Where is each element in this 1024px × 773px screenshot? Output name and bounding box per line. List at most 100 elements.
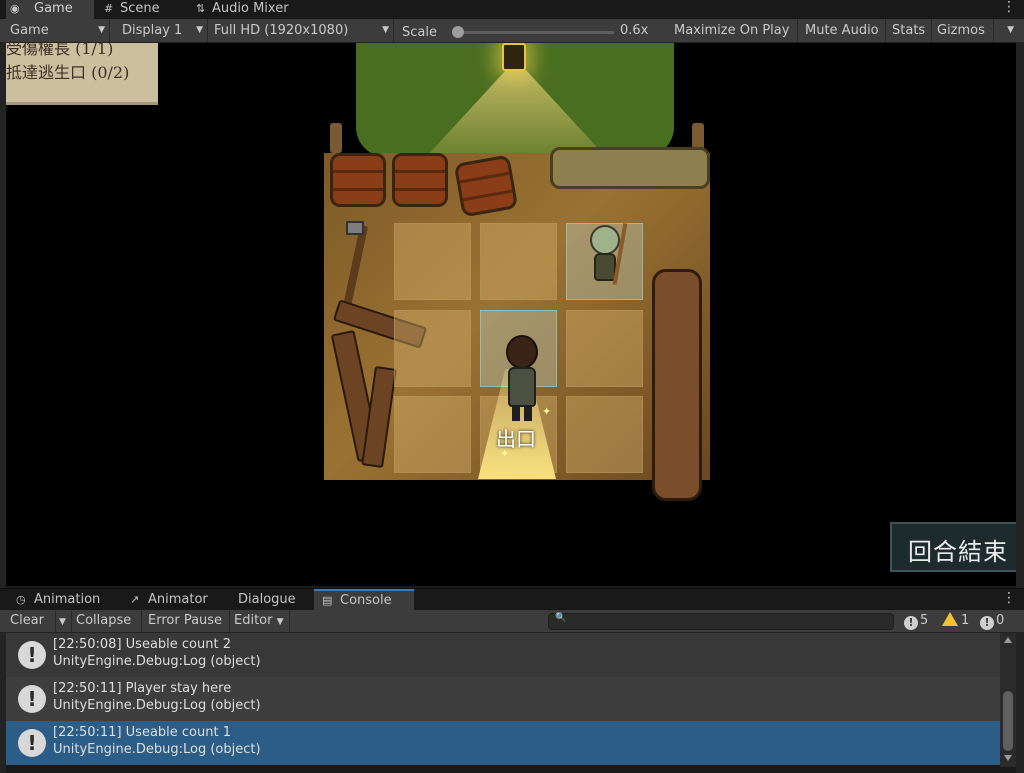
character-head [506,335,538,369]
error-count: 0 [996,613,1005,628]
tab-animator[interactable]: ↗ Animator [126,589,222,611]
tab-animation[interactable]: ◷ Animation [12,589,112,611]
sparkle-icon: ✦ [500,447,510,460]
quest-line-2: 抵達逃生口 (0/2) [6,63,130,82]
collapse-label: Collapse [76,613,132,628]
grid-tile[interactable] [394,310,471,387]
log-entry-selected[interactable]: ! [22:50:11] Useable count 1 UnityEngine… [6,721,1000,765]
tab-game[interactable]: ◉ Game [6,0,94,19]
right-panel-edge [1016,43,1024,773]
bedroll-sprite [550,147,710,189]
log-entry[interactable]: ! [22:50:08] Useable count 2 UnityEngine… [6,633,1000,677]
barrel-sprite [330,153,386,207]
grid-tile[interactable] [394,396,471,473]
error-icon: ! [980,616,994,630]
info-count-toggle[interactable]: ! 5 [904,610,928,632]
end-turn-button[interactable]: 回合結束 [890,522,1016,572]
display-value: Display 1 [122,23,183,38]
editor-tab-bar: ◉ Game # Scene ⇅ Audio Mixer ⋮ [0,0,1024,19]
error-pause-label: Error Pause [148,613,223,628]
warning-count-toggle[interactable]: 1 [942,610,969,632]
boy-character-sprite[interactable] [498,333,544,425]
scroll-thumb[interactable] [1003,691,1013,751]
tab-audio-mixer[interactable]: ⇅ Audio Mixer [192,0,302,19]
game-view-dropdown[interactable]: Game ▼ [0,19,110,42]
barrel-band [333,188,383,191]
clear-options-dropdown[interactable]: ▼ [56,610,72,632]
axe-sprite [343,225,369,303]
scroll-up-icon[interactable] [1004,637,1012,643]
maximize-on-play-toggle[interactable]: Maximize On Play [668,19,798,42]
chevron-down-icon: ▼ [382,25,389,35]
tab-scene-label: Scene [120,1,160,16]
grid-tile[interactable] [480,223,557,300]
collapse-toggle[interactable]: Collapse [72,610,142,632]
quest-line-1: 受傷權長 (1/1) [6,43,114,58]
console-menu-icon[interactable]: ⋮ [1002,591,1016,606]
resolution-dropdown[interactable]: Full HD (1920x1080) ▼ [206,19,394,42]
tab-menu-icon[interactable]: ⋮ [1002,0,1016,15]
grid-tile[interactable] [566,396,643,473]
tab-scene[interactable]: # Scene [100,0,190,19]
tab-dialogue-label: Dialogue [238,592,296,607]
girl-character-sprite[interactable] [582,223,628,289]
tab-console[interactable]: ▤ Console [314,589,414,611]
end-turn-label: 回合結束 [908,538,1008,566]
chevron-down-icon: ▼ [1007,25,1014,35]
console-scrollbar[interactable] [1000,633,1016,767]
console-log-list: ! [22:50:08] Useable count 2 UnityEngine… [6,633,1000,767]
log-pile-sprite [652,269,702,501]
log-stack-trace: UnityEngine.Debug:Log (object) [53,698,261,713]
error-count-toggle[interactable]: ! 0 [980,610,1004,632]
barrel-sprite [453,154,519,218]
tab-animator-label: Animator [148,592,208,607]
log-message: [22:50:11] Player stay here [53,681,232,696]
console-search-input[interactable]: 🔍 [548,613,894,630]
grid-tile[interactable] [566,310,643,387]
scale-slider-track[interactable] [456,31,614,34]
animator-icon: ↗ [130,593,140,606]
clear-button[interactable]: Clear [6,610,56,632]
gizmos-toggle[interactable]: Gizmos [932,19,994,42]
lantern-icon [502,43,526,71]
game-view[interactable]: 受傷權長 (1/1) 抵達逃生口 (0/2) 出口 ✦ ✦ 回合結束 [6,43,1016,586]
log-stack-trace: UnityEngine.Debug:Log (object) [53,654,261,669]
tab-game-label: Game [34,1,73,16]
barrel-band [459,171,510,184]
character-body [594,253,616,281]
tab-audio-mixer-label: Audio Mixer [212,1,289,16]
tab-console-label: Console [340,593,392,608]
character-leg [512,405,520,421]
info-icon: ! [904,616,918,630]
log-stack-trace: UnityEngine.Debug:Log (object) [53,742,261,757]
error-pause-toggle[interactable]: Error Pause [144,610,230,632]
quest-panel: 受傷權長 (1/1) 抵達逃生口 (0/2) [6,43,158,105]
mute-audio-toggle[interactable]: Mute Audio [798,19,886,42]
barrel-band [395,170,445,173]
scroll-down-icon[interactable] [1004,755,1012,761]
scale-slider-handle[interactable] [452,26,464,38]
info-count: 5 [920,613,929,628]
clear-button-label: Clear [10,613,44,628]
gizmos-menu-button[interactable]: ▼ [994,19,1024,42]
gamepad-icon: ◉ [10,2,20,15]
grid-tile[interactable] [394,223,471,300]
mixer-icon: ⇅ [196,2,206,15]
editor-label: Editor [234,613,273,628]
log-message: [22:50:11] Useable count 1 [53,725,231,740]
info-message-icon: ! [18,729,46,757]
warning-count: 1 [961,613,970,628]
warning-icon [942,612,958,626]
editor-dropdown[interactable]: Editor ▼ [230,610,290,632]
console-icon: ▤ [322,594,333,607]
info-message-icon: ! [18,641,46,669]
character-leg [524,405,532,421]
scale-label: Scale [402,25,437,40]
tent-post-left [330,123,342,153]
display-dropdown[interactable]: Display 1 ▼ [112,19,208,42]
log-message: [22:50:08] Useable count 2 [53,637,231,652]
log-entry[interactable]: ! [22:50:11] Player stay here UnityEngin… [6,677,1000,721]
tab-dialogue[interactable]: Dialogue [220,589,310,611]
axe-head-sprite [346,221,364,235]
stats-toggle[interactable]: Stats [886,19,932,42]
